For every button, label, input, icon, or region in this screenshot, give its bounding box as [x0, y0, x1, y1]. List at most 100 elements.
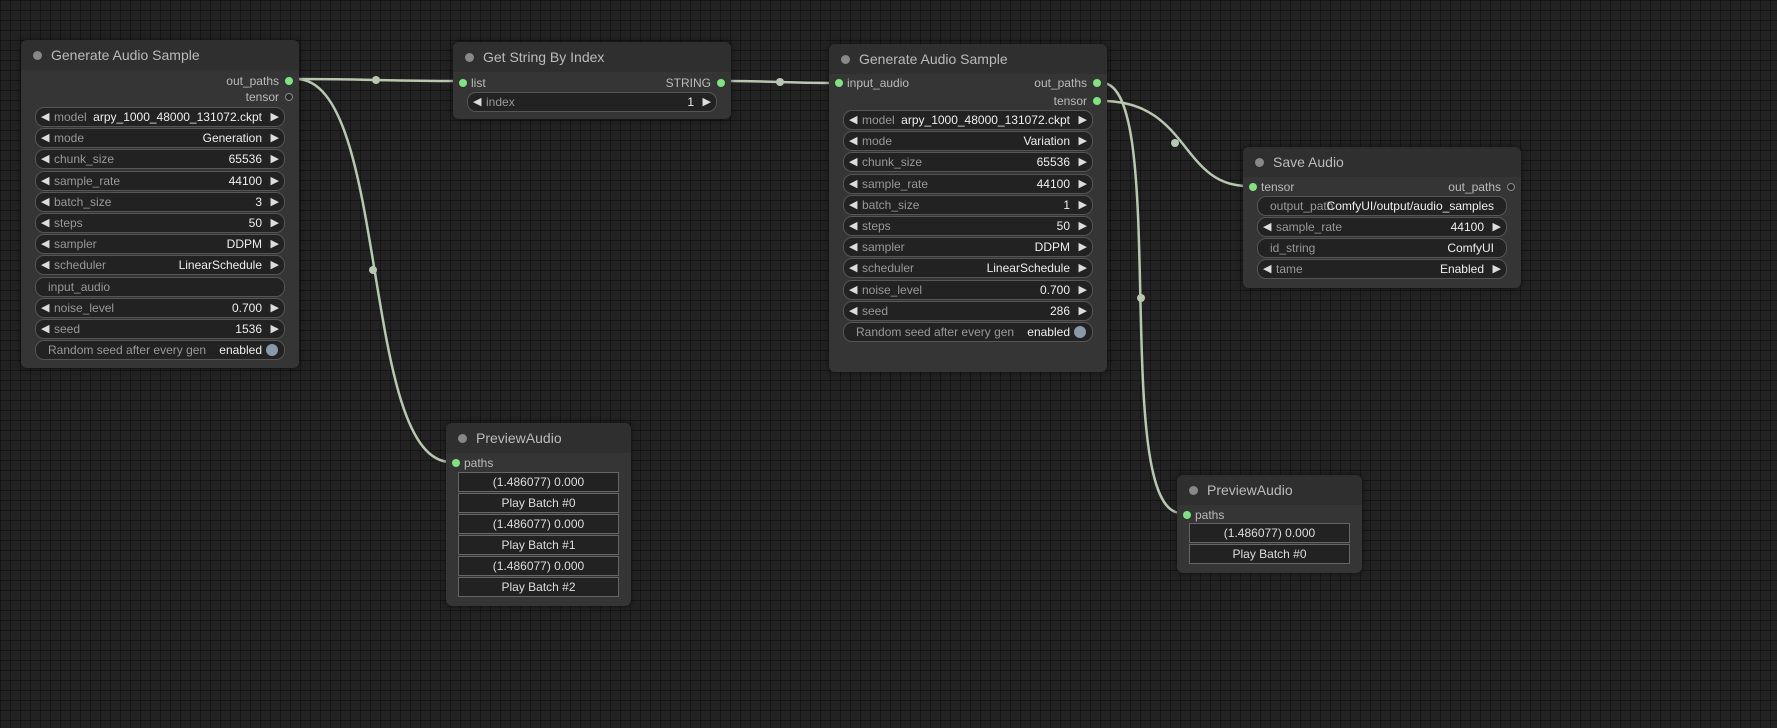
- decrement-arrow-icon[interactable]: ◀: [849, 196, 857, 214]
- get-string-by-index-node[interactable]: Get String By Index list STRING ◀ index …: [453, 42, 731, 119]
- increment-arrow-icon[interactable]: ▶: [1079, 302, 1087, 320]
- input-slot-icon[interactable]: [835, 79, 843, 87]
- generate-audio-node-1[interactable]: Generate Audio Sample out_paths tensor ◀…: [21, 40, 299, 368]
- increment-arrow-icon[interactable]: ▶: [1079, 259, 1087, 277]
- toggle-icon[interactable]: [1074, 326, 1086, 338]
- widget-mode[interactable]: ◀ mode Generation ▶: [35, 128, 285, 149]
- widget-chunk-size[interactable]: ◀ chunk_size 65536 ▶: [843, 152, 1093, 173]
- increment-arrow-icon[interactable]: ▶: [1493, 218, 1501, 236]
- decrement-arrow-icon[interactable]: ◀: [849, 238, 857, 256]
- decrement-arrow-icon[interactable]: ◀: [849, 259, 857, 277]
- widget-sample-rate[interactable]: ◀ sample_rate 44100 ▶: [35, 170, 285, 191]
- widget-seed[interactable]: ◀ seed 1536 ▶: [35, 319, 285, 339]
- decrement-arrow-icon[interactable]: ◀: [849, 217, 857, 235]
- save-audio-node[interactable]: Save Audio tensor out_paths output_path …: [1243, 147, 1521, 288]
- increment-arrow-icon[interactable]: ▶: [271, 150, 279, 168]
- increment-arrow-icon[interactable]: ▶: [1079, 238, 1087, 256]
- decrement-arrow-icon[interactable]: ◀: [1263, 218, 1271, 236]
- input-audio[interactable]: input_audio out_paths: [829, 74, 1107, 92]
- widget-noise-level[interactable]: ◀ noise_level 0.700 ▶: [843, 279, 1093, 300]
- output-tensor[interactable]: tensor: [21, 88, 299, 106]
- output-slot-icon[interactable]: [1093, 97, 1101, 105]
- widget-input-audio[interactable]: input_audio: [35, 276, 285, 297]
- increment-arrow-icon[interactable]: ▶: [1079, 281, 1087, 299]
- collapse-dot-icon[interactable]: [465, 53, 474, 62]
- toggle-icon[interactable]: [266, 344, 278, 357]
- increment-arrow-icon[interactable]: ▶: [1079, 153, 1087, 171]
- widget-chunk-size[interactable]: ◀ chunk_size 65536 ▶: [35, 149, 285, 170]
- widget-sample-rate[interactable]: ◀ sample_rate 44100 ▶: [1257, 217, 1507, 237]
- preview-audio-node-2[interactable]: PreviewAudio paths (1.486077) 0.000 Play…: [1177, 475, 1362, 573]
- widget-random-seed-after-every-gen[interactable]: Random seed after every gen enabled: [35, 340, 285, 361]
- increment-arrow-icon[interactable]: ▶: [1079, 217, 1087, 235]
- decrement-arrow-icon[interactable]: ◀: [41, 320, 49, 338]
- output-slot-icon[interactable]: [285, 93, 293, 101]
- increment-arrow-icon[interactable]: ▶: [271, 129, 279, 147]
- increment-arrow-icon[interactable]: ▶: [1079, 196, 1087, 214]
- input-tensor[interactable]: tensor out_paths: [1243, 178, 1521, 196]
- decrement-arrow-icon[interactable]: ◀: [41, 172, 49, 190]
- widget-model[interactable]: ◀ model arpy_1000_48000_131072.ckpt ▶: [35, 107, 285, 127]
- decrement-arrow-icon[interactable]: ◀: [849, 153, 857, 171]
- widget-batch-size[interactable]: ◀ batch_size 1 ▶: [843, 194, 1093, 215]
- decrement-arrow-icon[interactable]: ◀: [1263, 260, 1271, 278]
- increment-arrow-icon[interactable]: ▶: [271, 193, 279, 211]
- collapse-dot-icon[interactable]: [33, 51, 42, 60]
- decrement-arrow-icon[interactable]: ◀: [41, 214, 49, 232]
- decrement-arrow-icon[interactable]: ◀: [41, 129, 49, 147]
- decrement-arrow-icon[interactable]: ◀: [41, 108, 49, 126]
- increment-arrow-icon[interactable]: ▶: [271, 172, 279, 190]
- increment-arrow-icon[interactable]: ▶: [271, 108, 279, 126]
- node-title-bar[interactable]: PreviewAudio: [446, 423, 631, 453]
- widget-noise-level[interactable]: ◀ noise_level 0.700 ▶: [35, 297, 285, 318]
- preview-audio-node-1[interactable]: PreviewAudio paths (1.486077) 0.000 Play…: [446, 423, 631, 606]
- input-list[interactable]: list STRING: [453, 74, 731, 92]
- widget-sampler[interactable]: ◀ sampler DDPM ▶: [843, 237, 1093, 258]
- increment-arrow-icon[interactable]: ▶: [1079, 111, 1087, 129]
- widget-output-path[interactable]: output_path ComfyUI/output/audio_samples: [1257, 196, 1507, 216]
- increment-arrow-icon[interactable]: ▶: [271, 320, 279, 338]
- output-slot-icon[interactable]: [1507, 183, 1515, 191]
- decrement-arrow-icon[interactable]: ◀: [849, 302, 857, 320]
- node-title-bar[interactable]: Get String By Index: [453, 42, 731, 72]
- input-paths[interactable]: paths: [1177, 506, 1362, 524]
- node-title-bar[interactable]: Generate Audio Sample: [21, 40, 299, 70]
- widget-batch-size[interactable]: ◀ batch_size 3 ▶: [35, 191, 285, 212]
- node-title-bar[interactable]: Generate Audio Sample: [829, 44, 1107, 74]
- increment-arrow-icon[interactable]: ▶: [271, 299, 279, 317]
- generate-audio-node-2[interactable]: Generate Audio Sample input_audio out_pa…: [829, 44, 1107, 372]
- widget-id-string[interactable]: id_string ComfyUI: [1257, 238, 1507, 258]
- widget-steps[interactable]: ◀ steps 50 ▶: [843, 216, 1093, 236]
- output-slot-icon[interactable]: [285, 77, 293, 85]
- widget-random-seed-after-every-gen[interactable]: Random seed after every gen enabled: [843, 322, 1093, 342]
- decrement-arrow-icon[interactable]: ◀: [473, 93, 481, 111]
- play-batch-button[interactable]: Play Batch #0: [1189, 544, 1350, 564]
- collapse-dot-icon[interactable]: [841, 55, 850, 64]
- decrement-arrow-icon[interactable]: ◀: [41, 299, 49, 317]
- widget-model[interactable]: ◀ model arpy_1000_48000_131072.ckpt ▶: [843, 110, 1093, 130]
- widget-steps[interactable]: ◀ steps 50 ▶: [35, 213, 285, 233]
- widget-index[interactable]: ◀ index 1 ▶: [467, 92, 717, 112]
- output-slot-icon[interactable]: [717, 79, 725, 87]
- increment-arrow-icon[interactable]: ▶: [271, 214, 279, 232]
- output-slot-icon[interactable]: [1093, 79, 1101, 87]
- collapse-dot-icon[interactable]: [1189, 486, 1198, 495]
- widget-sampler[interactable]: ◀ sampler DDPM ▶: [35, 234, 285, 255]
- node-title-bar[interactable]: Save Audio: [1243, 147, 1521, 177]
- widget-tame[interactable]: ◀ tame Enabled ▶: [1257, 259, 1507, 279]
- increment-arrow-icon[interactable]: ▶: [1079, 132, 1087, 150]
- decrement-arrow-icon[interactable]: ◀: [849, 132, 857, 150]
- input-slot-icon[interactable]: [1183, 511, 1191, 519]
- collapse-dot-icon[interactable]: [458, 434, 467, 443]
- decrement-arrow-icon[interactable]: ◀: [849, 111, 857, 129]
- collapse-dot-icon[interactable]: [1255, 158, 1264, 167]
- decrement-arrow-icon[interactable]: ◀: [41, 193, 49, 211]
- decrement-arrow-icon[interactable]: ◀: [41, 150, 49, 168]
- output-tensor[interactable]: tensor: [829, 92, 1107, 110]
- play-batch-button[interactable]: Play Batch #1: [458, 535, 619, 555]
- increment-arrow-icon[interactable]: ▶: [271, 235, 279, 253]
- widget-sample-rate[interactable]: ◀ sample_rate 44100 ▶: [843, 173, 1093, 194]
- increment-arrow-icon[interactable]: ▶: [271, 256, 279, 274]
- input-slot-icon[interactable]: [452, 459, 460, 467]
- play-batch-button[interactable]: Play Batch #2: [458, 577, 619, 597]
